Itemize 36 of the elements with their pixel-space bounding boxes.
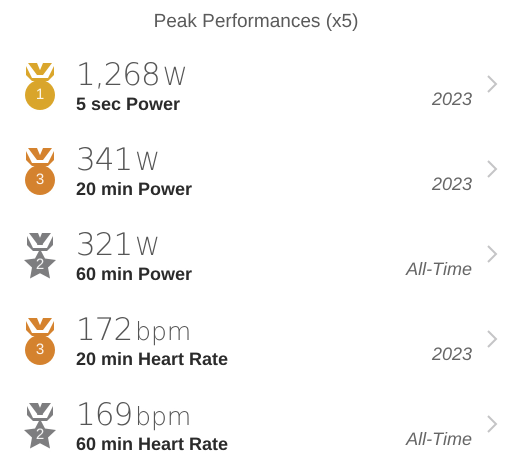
unit-label: bpm bbox=[135, 316, 192, 348]
rank-number: 3 bbox=[34, 170, 46, 188]
chevron-right-icon bbox=[486, 158, 498, 178]
chevron-right-icon bbox=[486, 74, 498, 94]
record-row[interactable]: 3 341 W 20 min Power 2023 bbox=[0, 129, 512, 214]
unit-label: W bbox=[135, 230, 160, 262]
section-title: Peak Performances (x5) bbox=[154, 10, 358, 34]
record-row[interactable]: 3 172 bpm 20 min Heart Rate 2023 bbox=[0, 299, 512, 384]
period-label: 2023 bbox=[432, 173, 472, 196]
unit-label: W bbox=[162, 60, 188, 92]
period-label: All-Time bbox=[406, 428, 472, 451]
record-row[interactable]: 1 1,268 W 5 sec Power 2023 bbox=[0, 44, 512, 129]
record-label: 20 min Power bbox=[76, 178, 192, 200]
period-label: All-Time bbox=[406, 258, 472, 281]
rank-number: 2 bbox=[34, 256, 46, 274]
chevron-right-icon bbox=[486, 414, 498, 434]
record-row[interactable]: 2 169 bpm 60 min Heart Rate All-Time bbox=[0, 384, 512, 469]
record-value: 1,268 bbox=[76, 58, 160, 90]
chevron-right-icon bbox=[486, 244, 498, 264]
rank-number: 3 bbox=[34, 340, 46, 358]
unit-label: bpm bbox=[135, 400, 192, 432]
record-label: 60 min Heart Rate bbox=[76, 432, 228, 454]
chevron-right-icon bbox=[486, 328, 498, 348]
record-row[interactable]: 2 321 W 60 min Power All-Time bbox=[0, 214, 512, 299]
period-label: 2023 bbox=[432, 88, 472, 111]
record-value: 321 bbox=[76, 228, 132, 260]
record-value: 172 bbox=[76, 314, 132, 346]
unit-label: W bbox=[135, 146, 160, 178]
record-label: 60 min Power bbox=[76, 262, 192, 284]
rank-number: 1 bbox=[34, 86, 46, 104]
record-value: 341 bbox=[76, 144, 132, 176]
record-value: 169 bbox=[76, 398, 132, 430]
rank-number: 2 bbox=[34, 426, 46, 444]
record-label: 5 sec Power bbox=[76, 92, 182, 114]
period-label: 2023 bbox=[432, 343, 472, 366]
record-label: 20 min Heart Rate bbox=[76, 348, 228, 370]
